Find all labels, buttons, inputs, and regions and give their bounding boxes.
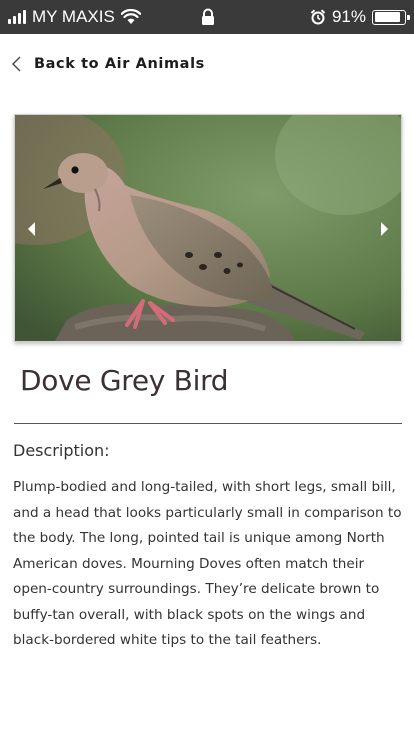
status-left: MY MAXIS <box>8 0 141 34</box>
bird-photo <box>15 115 401 341</box>
battery-percent: 91% <box>331 7 366 26</box>
chevron-left-icon <box>12 56 21 72</box>
animal-title: Dove Grey Bird <box>20 364 229 397</box>
divider <box>14 423 402 424</box>
image-carousel[interactable] <box>14 114 402 342</box>
battery-icon <box>372 9 410 25</box>
status-bar: MY MAXIS 91% <box>0 0 414 34</box>
description-text: Plump-bodied and long-tailed, with short… <box>13 479 402 648</box>
carrier-name: MY MAXIS <box>32 7 115 26</box>
signal-icon <box>8 10 26 24</box>
lock-icon <box>202 8 214 25</box>
back-label: Back to Air Animals <box>34 56 205 72</box>
back-button[interactable]: Back to Air Animals <box>10 54 205 74</box>
next-image-button[interactable] <box>377 219 391 239</box>
status-right: 91% <box>310 0 410 34</box>
description-heading: Description: <box>13 441 110 460</box>
wifi-icon <box>120 9 141 24</box>
battery-level <box>374 12 400 22</box>
alarm-clock-icon <box>310 9 326 25</box>
previous-image-button[interactable] <box>25 219 39 239</box>
